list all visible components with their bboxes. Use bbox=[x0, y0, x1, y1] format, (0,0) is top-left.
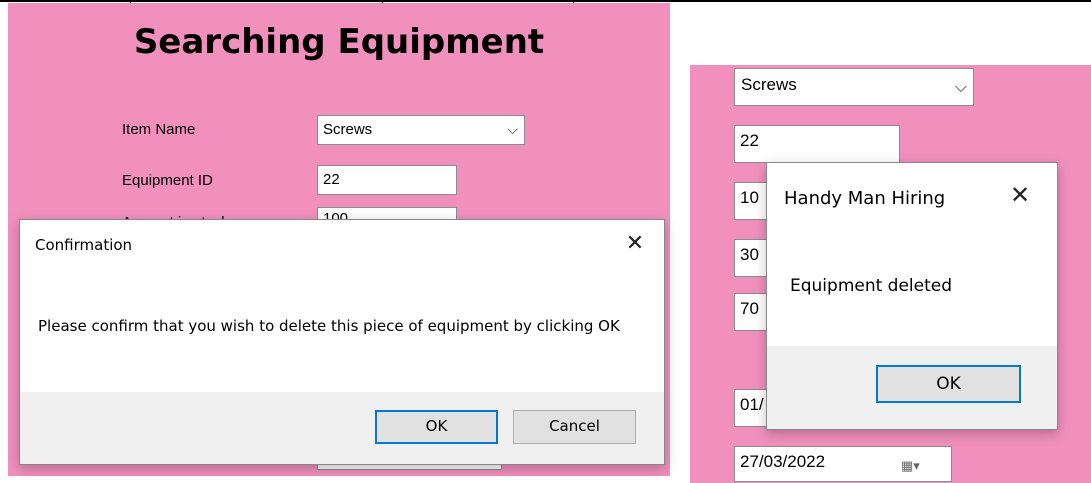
close-icon[interactable]: ✕ bbox=[620, 232, 650, 258]
item-name-value: Screws bbox=[323, 121, 373, 138]
item-name-value-right: Screws bbox=[741, 75, 797, 94]
ok-button[interactable]: OK bbox=[375, 410, 498, 444]
close-icon[interactable]: ✕ bbox=[1005, 184, 1035, 213]
equipment-id-label: Equipment ID bbox=[122, 172, 213, 189]
info-dialog-message: Equipment deleted bbox=[790, 276, 953, 296]
info-dialog-title: Handy Man Hiring bbox=[784, 188, 946, 209]
item-name-combobox-right[interactable]: Screws ⌵ bbox=[734, 68, 974, 106]
date-value: 27/03/2022 bbox=[740, 452, 826, 471]
chevron-down-icon: ⌵ bbox=[954, 79, 967, 96]
calendar-icon[interactable]: ▦▾ bbox=[901, 455, 920, 477]
form-title: Searching Equipment bbox=[133, 22, 545, 62]
dialog-footer: OK Cancel bbox=[20, 392, 664, 464]
info-dialog-footer: OK bbox=[767, 346, 1057, 429]
item-name-combobox[interactable]: Screws ⌵ bbox=[317, 115, 525, 145]
item-name-label: Item Name bbox=[122, 121, 196, 138]
cancel-button[interactable]: Cancel bbox=[513, 410, 636, 444]
dialog-title: Confirmation bbox=[35, 236, 133, 254]
confirmation-dialog: Confirmation ✕ Please confirm that you w… bbox=[19, 219, 665, 465]
dialog-message: Please confirm that you wish to delete t… bbox=[38, 317, 620, 335]
chevron-down-icon: ⌵ bbox=[507, 121, 518, 137]
equipment-id-field-right[interactable]: 22 bbox=[734, 125, 900, 163]
date-picker-right[interactable]: 27/03/2022 ▦▾ bbox=[734, 446, 952, 482]
info-dialog: Handy Man Hiring ✕ Equipment deleted OK bbox=[766, 162, 1058, 430]
info-ok-button[interactable]: OK bbox=[876, 365, 1021, 403]
table-border-top bbox=[0, 0, 1091, 2]
equipment-id-field[interactable]: 22 bbox=[317, 165, 457, 195]
